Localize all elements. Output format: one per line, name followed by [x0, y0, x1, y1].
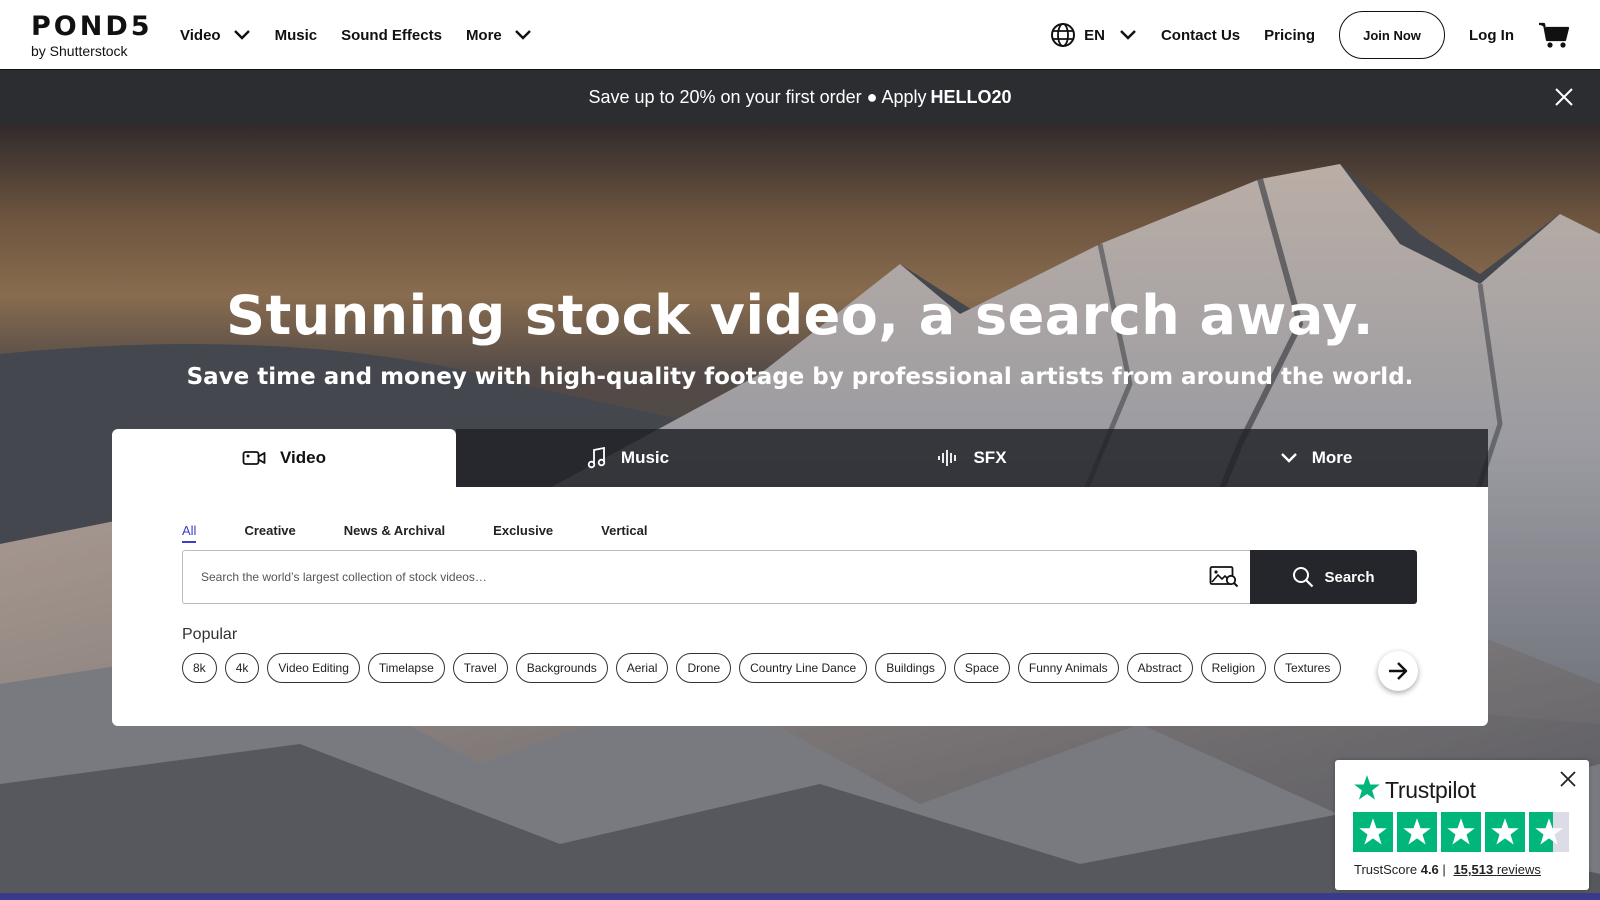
utility-nav: EN Contact Us Pricing Join Now Log In [1050, 0, 1570, 70]
popular-chip[interactable]: Funny Animals [1017, 653, 1119, 683]
star-icon [1441, 812, 1481, 852]
hero-subtitle: Save time and money with high-quality fo… [186, 364, 1414, 390]
popular-searches: 8k 4k Video Editing Timelapse Travel Bac… [182, 653, 1349, 683]
popular-chip[interactable]: Travel [452, 653, 508, 683]
nav-more[interactable]: More [466, 27, 532, 44]
hero-title: Stunning stock video, a search away. [226, 284, 1374, 347]
video-camera-icon [242, 449, 266, 467]
popular-chip[interactable]: Space [953, 653, 1010, 683]
close-icon[interactable] [1554, 87, 1574, 107]
pond5-logo[interactable]: POND5 by Shutterstock [31, 11, 153, 59]
logo-tagline: by Shutterstock [31, 43, 128, 59]
nav-music-label: Music [274, 26, 318, 44]
popular-chip[interactable]: Abstract [1126, 653, 1193, 683]
tab-video-label: Video [280, 448, 326, 467]
pricing-link[interactable]: Pricing [1264, 27, 1315, 44]
filter-exclusive[interactable]: Exclusive [493, 523, 553, 543]
popular-chip[interactable]: Backgrounds [515, 653, 608, 683]
promo-text: Save up to 20% on your first order ● App… [588, 86, 927, 107]
contact-us-link[interactable]: Contact Us [1161, 27, 1240, 44]
popular-chip[interactable]: Textures [1274, 653, 1342, 683]
star-icon [1353, 812, 1393, 852]
search-button[interactable]: Search [1250, 550, 1417, 604]
popular-label: Popular [182, 626, 238, 643]
popular-chip[interactable]: Drone [676, 653, 732, 683]
cart-icon[interactable] [1538, 21, 1570, 49]
popular-chip[interactable]: Aerial [615, 653, 669, 683]
search-box [182, 550, 1250, 604]
popular-chip[interactable]: Buildings [875, 653, 946, 683]
tab-more[interactable]: More [1144, 429, 1488, 487]
trustpilot-logo: Trustpilot [1353, 774, 1476, 807]
chevron-down-icon [514, 29, 532, 41]
search-panel: All Creative News & Archival Exclusive V… [112, 487, 1488, 726]
popular-chip[interactable]: 8k [182, 653, 217, 683]
reviews-count: 15,513 [1453, 862, 1494, 877]
nav-sound-effects[interactable]: Sound Effects [341, 27, 442, 44]
search-input[interactable] [183, 551, 1198, 603]
tab-video[interactable]: Video [112, 429, 456, 487]
promo-banner: Save up to 20% on your first order ● App… [0, 70, 1600, 124]
page-bottom-strip [0, 893, 1600, 900]
popular-chip[interactable]: Video Editing [267, 653, 360, 683]
popular-chip[interactable]: Country Line Dance [739, 653, 868, 683]
image-search-icon[interactable] [1198, 565, 1250, 589]
nav-more-label: More [465, 26, 502, 44]
reviews-link[interactable]: 15,513 reviews [1453, 862, 1540, 877]
half-star-icon [1529, 812, 1569, 852]
tab-music[interactable]: Music [456, 429, 800, 487]
nav-video[interactable]: Video [180, 27, 251, 44]
nav-music[interactable]: Music [275, 27, 318, 44]
tab-sfx[interactable]: SFX [800, 429, 1144, 487]
trustscore-separator: | [1442, 862, 1446, 877]
trustscore-label: TrustScore [1354, 862, 1418, 877]
media-tabs: Video Music SFX More [112, 429, 1488, 487]
tab-music-label: Music [620, 448, 670, 467]
sound-wave-icon [937, 448, 959, 468]
site-header: POND5 by Shutterstock Video Music Sound … [0, 0, 1600, 70]
search-icon [1292, 566, 1314, 588]
search-filters: All Creative News & Archival Exclusive V… [182, 523, 695, 543]
language-label: EN [1084, 26, 1105, 44]
star-icon [1485, 812, 1525, 852]
search-button-label: Search [1324, 568, 1375, 586]
trustpilot-name: Trustpilot [1385, 777, 1476, 803]
nav-video-label: Video [180, 26, 221, 44]
language-selector[interactable]: EN [1050, 22, 1137, 48]
filter-creative[interactable]: Creative [244, 523, 295, 543]
filter-vertical[interactable]: Vertical [601, 523, 647, 543]
popular-chip[interactable]: 4k [224, 653, 260, 683]
star-icon [1353, 774, 1381, 807]
globe-icon [1050, 22, 1076, 48]
popular-chip[interactable]: Religion [1200, 653, 1266, 683]
log-in-link[interactable]: Log In [1469, 27, 1514, 44]
trustscore-line: TrustScore 4.6 | 15,513 reviews [1354, 862, 1541, 877]
music-note-icon [587, 447, 607, 469]
chevron-down-icon [1119, 29, 1137, 41]
join-now-button[interactable]: Join Now [1339, 11, 1445, 59]
tab-sfx-label: SFX [973, 448, 1007, 467]
filter-all[interactable]: All [182, 523, 197, 543]
tab-more-label: More [1311, 448, 1353, 467]
trustpilot-stars [1353, 812, 1573, 852]
trustpilot-widget[interactable]: Trustpilot TrustScore 4.6 | 15,513 revie… [1335, 760, 1589, 890]
close-icon[interactable] [1559, 770, 1577, 788]
popular-chip[interactable]: Timelapse [367, 653, 445, 683]
logo-wordmark: POND5 [31, 11, 153, 42]
reviews-label: reviews [1496, 862, 1541, 877]
chevron-down-icon [233, 29, 251, 41]
promo-code: HELLO20 [930, 86, 1012, 107]
nav-sound-effects-label: Sound Effects [341, 26, 442, 44]
filter-news-archival[interactable]: News & Archival [344, 523, 445, 543]
chevron-down-icon [1280, 452, 1298, 464]
star-icon [1397, 812, 1437, 852]
trustscore-value: 4.6 [1420, 862, 1439, 877]
main-nav: Video Music Sound Effects More [180, 0, 556, 70]
arrow-right-icon[interactable] [1378, 651, 1418, 691]
